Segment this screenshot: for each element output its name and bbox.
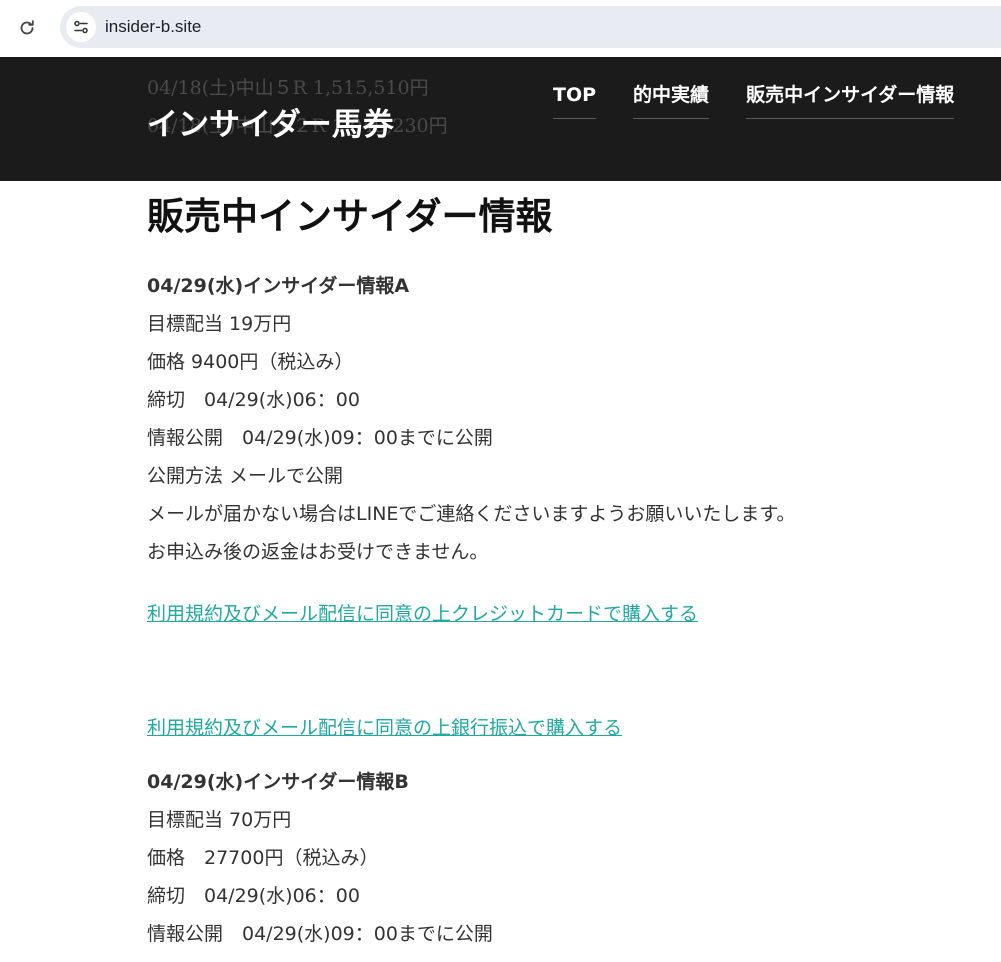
site-logo[interactable]: インサイダー馬券 [147,99,394,144]
main-nav: TOP 的中実績 販売中インサイダー情報 [553,82,955,119]
deadline: 締切 04/29(水)06：00 [147,885,360,907]
nav-insider-info[interactable]: 販売中インサイダー情報 [746,82,955,119]
price: 価格 9400円（税込み） [147,351,354,373]
nav-results[interactable]: 的中実績 [633,82,710,119]
product-title: 04/29(水)インサイダー情報A [147,275,410,297]
site-header: 04/18(土)中山５R 1,515,510円 04/18(土)中山１２R 1,… [0,57,1001,181]
release-time: 情報公開 04/29(水)09：00までに公開 [147,923,493,945]
site-info-icon[interactable] [66,12,96,42]
target-payout: 目標配当 70万円 [147,809,292,831]
nav-top[interactable]: TOP [553,82,597,119]
price: 価格 27700円（税込み） [147,847,379,869]
address-bar[interactable]: insider-b.site [60,6,1001,48]
product-a: 04/29(水)インサイダー情報A 目標配当 19万円 価格 9400円（税込み… [147,267,967,747]
buy-credit-card-link[interactable]: 利用規約及びメール配信に同意の上クレジットカードで購入する [147,595,698,633]
release-method: 公開方法 メールで公開 [147,465,344,487]
target-payout: 目標配当 19万円 [147,313,292,335]
main-content: 販売中インサイダー情報 04/29(水)インサイダー情報A 目標配当 19万円 … [147,181,967,953]
line-contact-note: メールが届かない場合はLINEでご連絡くださいますようお願いいたします。 [147,503,796,525]
refund-note: お申込み後の返金はお受けできません。 [147,541,489,563]
browser-toolbar: insider-b.site [0,0,1001,57]
page-title: 販売中インサイダー情報 [147,195,553,238]
release-time: 情報公開 04/29(水)09：00までに公開 [147,427,493,449]
product-title: 04/29(水)インサイダー情報B [147,771,409,793]
deadline: 締切 04/29(水)06：00 [147,389,360,411]
reload-icon[interactable] [13,14,41,42]
buy-bank-transfer-link[interactable]: 利用規約及びメール配信に同意の上銀行振込で購入する [147,709,622,747]
url-text[interactable]: insider-b.site [105,17,201,37]
product-b: 04/29(水)インサイダー情報B 目標配当 70万円 価格 27700円（税込… [147,763,967,953]
